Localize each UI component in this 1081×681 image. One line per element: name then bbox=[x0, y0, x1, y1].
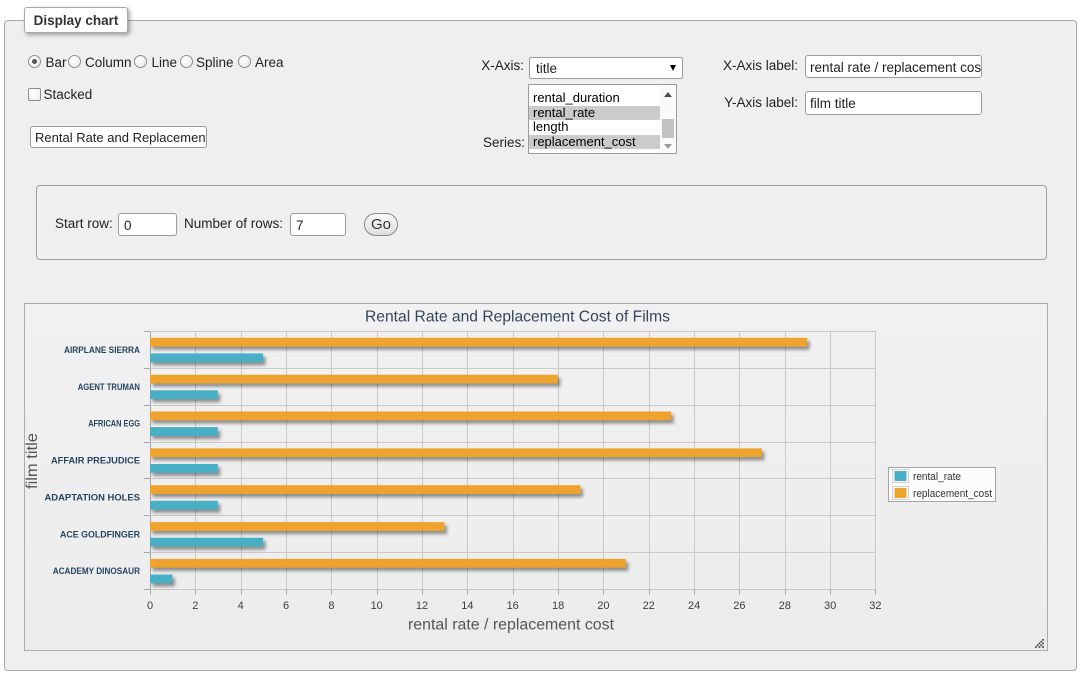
svg-text:2: 2 bbox=[192, 600, 198, 612]
svg-text:AFFAIR PREJUDICE: AFFAIR PREJUDICE bbox=[51, 456, 140, 467]
svg-text:rental rate / replacement cost: rental rate / replacement cost bbox=[408, 617, 615, 634]
svg-text:28: 28 bbox=[779, 600, 791, 612]
svg-text:ADAPTATION HOLES: ADAPTATION HOLES bbox=[45, 493, 141, 504]
svg-text:ACADEMY DINOSAUR: ACADEMY DINOSAUR bbox=[53, 566, 140, 577]
svg-text:18: 18 bbox=[552, 600, 564, 612]
svg-text:14: 14 bbox=[461, 600, 473, 612]
svg-text:AFRICAN EGG: AFRICAN EGG bbox=[88, 419, 140, 430]
svg-text:0: 0 bbox=[147, 600, 153, 612]
svg-text:24: 24 bbox=[688, 600, 700, 612]
svg-text:AIRPLANE SIERRA: AIRPLANE SIERRA bbox=[64, 345, 140, 356]
svg-text:10: 10 bbox=[371, 600, 383, 612]
svg-text:8: 8 bbox=[328, 600, 334, 612]
svg-text:film title: film title bbox=[24, 433, 41, 489]
svg-text:ACE GOLDFINGER: ACE GOLDFINGER bbox=[60, 529, 140, 540]
svg-text:32: 32 bbox=[869, 600, 881, 612]
svg-text:rental_rate: rental_rate bbox=[913, 471, 961, 483]
svg-text:replacement_cost: replacement_cost bbox=[913, 488, 992, 500]
svg-text:20: 20 bbox=[597, 600, 609, 612]
svg-text:AGENT TRUMAN: AGENT TRUMAN bbox=[78, 382, 140, 393]
svg-text:6: 6 bbox=[283, 600, 289, 612]
svg-text:4: 4 bbox=[238, 600, 244, 612]
svg-text:22: 22 bbox=[643, 600, 655, 612]
svg-text:30: 30 bbox=[824, 600, 836, 612]
svg-text:16: 16 bbox=[507, 600, 519, 612]
svg-text:26: 26 bbox=[733, 600, 745, 612]
svg-text:Rental Rate and Replacement Co: Rental Rate and Replacement Cost of Film… bbox=[365, 309, 670, 326]
svg-text:12: 12 bbox=[416, 600, 428, 612]
